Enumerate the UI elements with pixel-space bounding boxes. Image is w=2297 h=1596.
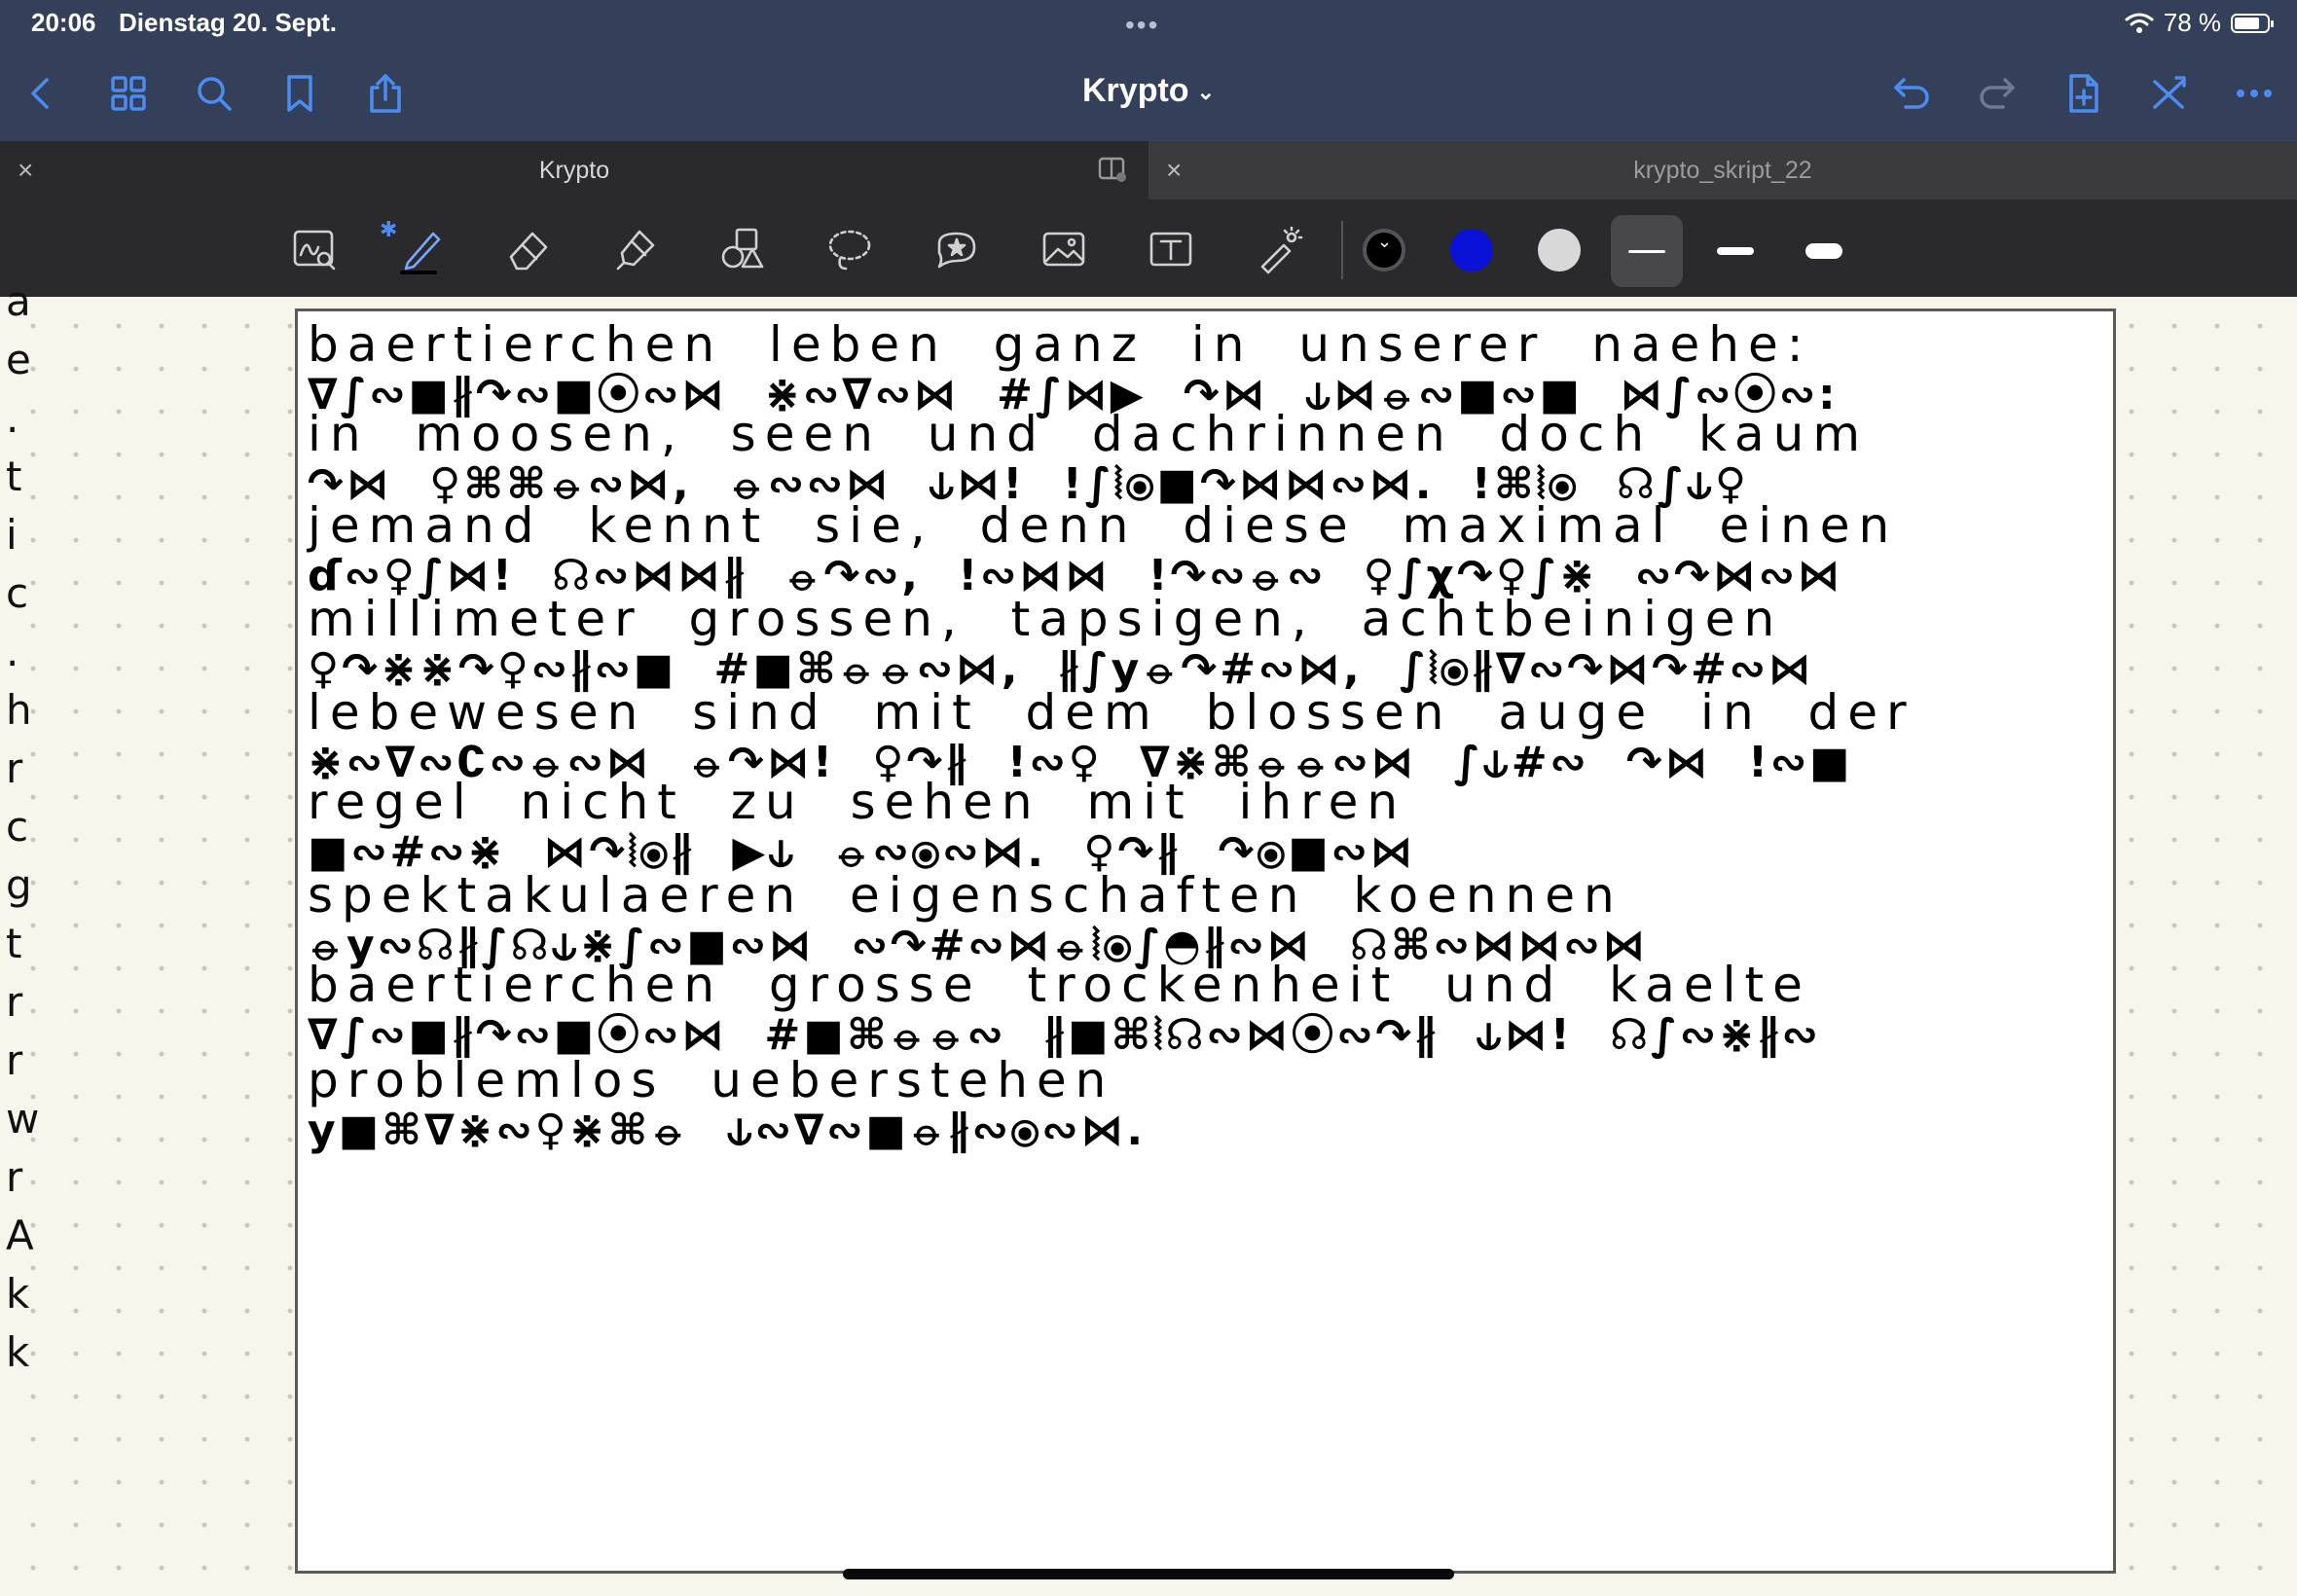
elements-tool-icon[interactable] — [925, 217, 989, 281]
tab-label: Krypto — [538, 157, 610, 184]
status-right: 78 % — [2125, 8, 2274, 38]
toolbar-divider — [1341, 221, 1343, 279]
plaintext-line: baertierchen leben ganz in unserer naehe… — [308, 316, 1812, 373]
back-icon[interactable] — [14, 66, 68, 121]
status-date: Dienstag 20. Sept. — [119, 8, 337, 37]
share-icon[interactable] — [358, 66, 413, 121]
margin-char: e — [6, 336, 31, 383]
highlighter-tool-icon[interactable] — [603, 217, 668, 281]
plaintext-line: baertierchen grosse trockenheit und kael… — [308, 957, 1811, 1013]
line-4: millimeter grossen, tapsigen, achtbeinig… — [308, 592, 1814, 693]
plaintext-line: lebewesen sind mit dem blossen auge in d… — [308, 684, 1915, 741]
tool-bar: ✱ — [0, 200, 2297, 297]
image-tool-icon[interactable] — [1032, 217, 1096, 281]
previous-page-edge: ae.tic.hrcgtrrwrAkk — [0, 277, 58, 1596]
margin-char: h — [6, 686, 32, 734]
margin-char: a — [6, 277, 31, 325]
margin-char: c — [6, 803, 29, 851]
margin-char: w — [6, 1095, 40, 1143]
plaintext-line: in moosen, seen und dachrinnen doch kaum — [308, 406, 1870, 462]
battery-icon — [2231, 13, 2274, 33]
tab-krypto[interactable]: × Krypto — [0, 141, 1148, 200]
tab-krypto-skript-22[interactable]: × krypto_skript_22 — [1148, 141, 2297, 200]
margin-char: r — [6, 978, 23, 1026]
status-time: 20:06 — [31, 8, 96, 37]
margin-char: t — [6, 920, 22, 967]
margin-char: r — [6, 1153, 23, 1201]
plaintext-line: millimeter grossen, tapsigen, achtbeinig… — [308, 591, 1784, 647]
zoom-box-tool-icon[interactable] — [282, 217, 346, 281]
line-7: spektakulaeren eigenschaften koennen ⦵y∾… — [308, 868, 1649, 969]
split-view-icon[interactable] — [1098, 157, 1127, 182]
pen-tool-icon[interactable] — [389, 217, 454, 281]
color-swatch-gray[interactable] — [1538, 229, 1581, 272]
line-9: problemlos ueberstehen y■⌘∇⋇∾♀⋇⌘⦵ ⫝∾∇∾■⦵… — [308, 1053, 1146, 1154]
undo-icon[interactable] — [1884, 66, 1939, 121]
margin-char: r — [6, 1036, 23, 1084]
margin-char: t — [6, 453, 22, 500]
laser-pointer-tool-icon[interactable] — [1246, 217, 1310, 281]
tab-bar: × Krypto × krypto_skript_22 — [0, 141, 2297, 200]
stroke-width-thick[interactable] — [1788, 215, 1860, 287]
shapes-tool-icon[interactable] — [711, 217, 775, 281]
bookmark-icon[interactable] — [273, 66, 327, 121]
stroke-width-thin[interactable] — [1611, 215, 1683, 287]
margin-char: A — [6, 1212, 34, 1259]
line-6: regel nicht zu sehen mit ihren ■∾#∾⋇ ⋈↷⦚… — [308, 775, 1416, 876]
margin-char: i — [6, 511, 18, 559]
note-canvas[interactable]: ae.tic.hrcgtrrwrAkk baertierchen leben g… — [0, 277, 2297, 1596]
line-2: in moosen, seen und dachrinnen doch kaum… — [308, 407, 1869, 508]
tab-label: krypto_skript_22 — [1633, 157, 1812, 184]
plaintext-line: jemand kennt sie, denn diese maximal ein… — [308, 497, 1899, 554]
add-page-icon[interactable] — [2056, 66, 2110, 121]
ciphertext-line: y■⌘∇⋇∾♀⋇⌘⦵ ⫝∾∇∾■⦵∦∾⦿∾⋈. — [308, 1106, 1147, 1155]
home-indicator[interactable] — [843, 1569, 1454, 1579]
margin-char: k — [6, 1328, 30, 1376]
grid-icon[interactable] — [101, 66, 156, 121]
battery-percent: 78 % — [2163, 8, 2221, 37]
margin-char: k — [6, 1270, 30, 1318]
line-5: lebewesen sind mit dem blossen auge in d… — [308, 685, 1915, 786]
margin-char: c — [6, 569, 29, 617]
line-3: jemand kennt sie, denn diese maximal ein… — [308, 498, 1898, 599]
document-title[interactable]: Krypto ⌄ — [973, 72, 1324, 110]
color-swatch-blue[interactable] — [1450, 229, 1493, 272]
chevron-down-icon: ⌄ — [1196, 80, 1215, 105]
search-icon[interactable] — [187, 66, 241, 121]
color-swatch-black[interactable] — [1363, 229, 1405, 272]
multitasking-dots[interactable]: ••• — [1125, 10, 1159, 41]
note-page[interactable]: baertierchen leben ganz in unserer naehe… — [295, 308, 2116, 1574]
top-bar: 20:06 Dienstag 20. Sept. ••• 78 % Krypto… — [0, 0, 2297, 141]
more-icon[interactable] — [2227, 66, 2281, 121]
margin-char: r — [6, 744, 23, 792]
redo-icon[interactable] — [1970, 66, 2024, 121]
eraser-tool-icon[interactable] — [496, 217, 561, 281]
wifi-icon — [2125, 13, 2154, 33]
stroke-width-medium[interactable] — [1699, 215, 1771, 287]
line-8: baertierchen grosse trockenheit und kael… — [308, 958, 1821, 1059]
lasso-tool-icon[interactable] — [818, 217, 882, 281]
margin-char: . — [6, 628, 19, 675]
document-title-text: Krypto — [1082, 72, 1189, 109]
plaintext-line: problemlos ueberstehen — [308, 1052, 1115, 1108]
close-x-icon[interactable] — [2141, 66, 2196, 121]
plaintext-line: regel nicht zu sehen mit ihren — [308, 774, 1407, 830]
text-tool-icon[interactable] — [1139, 217, 1203, 281]
margin-char: . — [6, 394, 19, 442]
plaintext-line: spektakulaeren eigenschaften koennen — [308, 867, 1623, 924]
line-1: baertierchen leben ganz in unserer naehe… — [308, 317, 1839, 418]
margin-char: g — [6, 861, 32, 909]
